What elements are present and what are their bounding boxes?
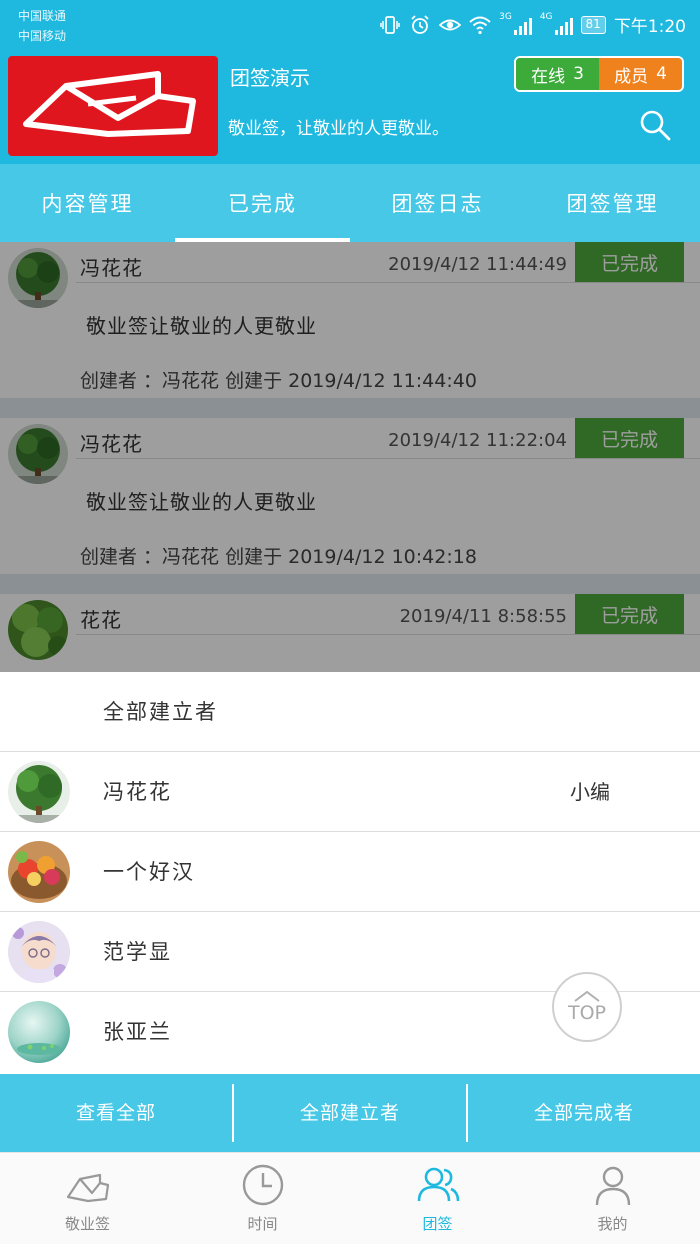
nav-item-team[interactable]: 团签	[350, 1153, 525, 1244]
tab-completed[interactable]: 已完成	[175, 164, 350, 242]
tab-group-log[interactable]: 团签日志	[350, 164, 525, 242]
group-description: 敬业签，让敬业的人更敬业。	[228, 119, 449, 139]
online-count: 3	[573, 64, 584, 84]
avatar	[8, 761, 70, 823]
carrier-1: 中国联通	[18, 9, 67, 23]
logo-icon	[23, 71, 196, 137]
view-all-button[interactable]: 查看全部	[0, 1084, 232, 1142]
vibrate-icon	[380, 15, 400, 34]
sheet-member-row[interactable]: 冯花花 小编	[0, 752, 700, 832]
dim-overlay[interactable]	[0, 242, 700, 672]
member-name: 张亚兰	[103, 1020, 172, 1044]
profile-icon	[595, 1166, 630, 1206]
member-role: 小编	[570, 780, 610, 804]
notes-icon	[66, 1173, 109, 1203]
all-creators-button[interactable]: 全部建立者	[232, 1084, 466, 1142]
top-label: TOP	[567, 1002, 607, 1024]
option-label: 全部建立者	[103, 700, 218, 724]
nav-label: 我的	[597, 1215, 628, 1233]
online-label: 在线	[531, 66, 566, 87]
avatar	[8, 921, 70, 983]
tab-group-management[interactable]: 团签管理	[525, 164, 700, 242]
member-label: 成员	[614, 66, 649, 87]
group-title: 团签演示	[230, 66, 310, 90]
member-name: 范学显	[103, 940, 172, 964]
app-header: 中国联通 中国移动 3G 4G 81 下午1:20 团签演示 敬业签，让敬业的人…	[0, 0, 700, 164]
battery-icon: 81	[580, 15, 606, 34]
status-bar: 中国联通 中国移动 3G 4G 81 下午1:20	[0, 0, 700, 48]
sheet-member-row[interactable]: 一个好汉	[0, 832, 700, 912]
avatar	[8, 1001, 70, 1063]
clock-icon	[242, 1164, 283, 1206]
network-4g-label: 4G	[539, 12, 553, 22]
eye-icon	[439, 19, 462, 30]
sheet-option-all[interactable]: 全部建立者	[0, 672, 700, 752]
search-icon[interactable]	[638, 108, 672, 142]
member-name: 冯花花	[103, 780, 172, 804]
bottom-nav: 敬业签 时间 团签 我的	[0, 1152, 700, 1244]
member-name: 一个好汉	[103, 860, 195, 884]
avatar	[8, 841, 70, 903]
tab-bar: 内容管理 已完成 团签日志 团签管理	[0, 164, 700, 242]
nav-label: 团签	[422, 1215, 453, 1233]
nav-label: 敬业签	[64, 1215, 110, 1233]
online-badge[interactable]: 在线 3	[516, 58, 599, 90]
tab-content-management[interactable]: 内容管理	[0, 164, 175, 242]
carrier-2: 中国移动	[18, 29, 67, 43]
chevron-up-icon	[574, 990, 600, 1002]
signal-4g-icon	[554, 15, 573, 35]
nav-item-notes[interactable]: 敬业签	[0, 1153, 175, 1244]
scroll-to-top-button[interactable]: TOP	[552, 972, 622, 1042]
member-count: 4	[656, 64, 667, 84]
group-logo	[8, 56, 218, 156]
signal-3g-icon	[513, 15, 532, 35]
group-stats[interactable]: 在线 3 成员 4	[514, 56, 684, 92]
nav-item-time[interactable]: 时间	[175, 1153, 350, 1244]
nav-item-profile[interactable]: 我的	[525, 1153, 700, 1244]
nav-label: 时间	[247, 1215, 278, 1233]
status-time: 下午1:20	[613, 17, 686, 37]
network-3g-label: 3G	[499, 12, 512, 22]
team-icon	[417, 1167, 459, 1202]
filter-action-bar: 查看全部 全部建立者 全部完成者	[0, 1074, 700, 1152]
alarm-icon	[411, 14, 429, 34]
all-completers-button[interactable]: 全部完成者	[466, 1084, 700, 1142]
member-badge[interactable]: 成员 4	[599, 58, 682, 90]
wifi-icon	[469, 16, 491, 34]
